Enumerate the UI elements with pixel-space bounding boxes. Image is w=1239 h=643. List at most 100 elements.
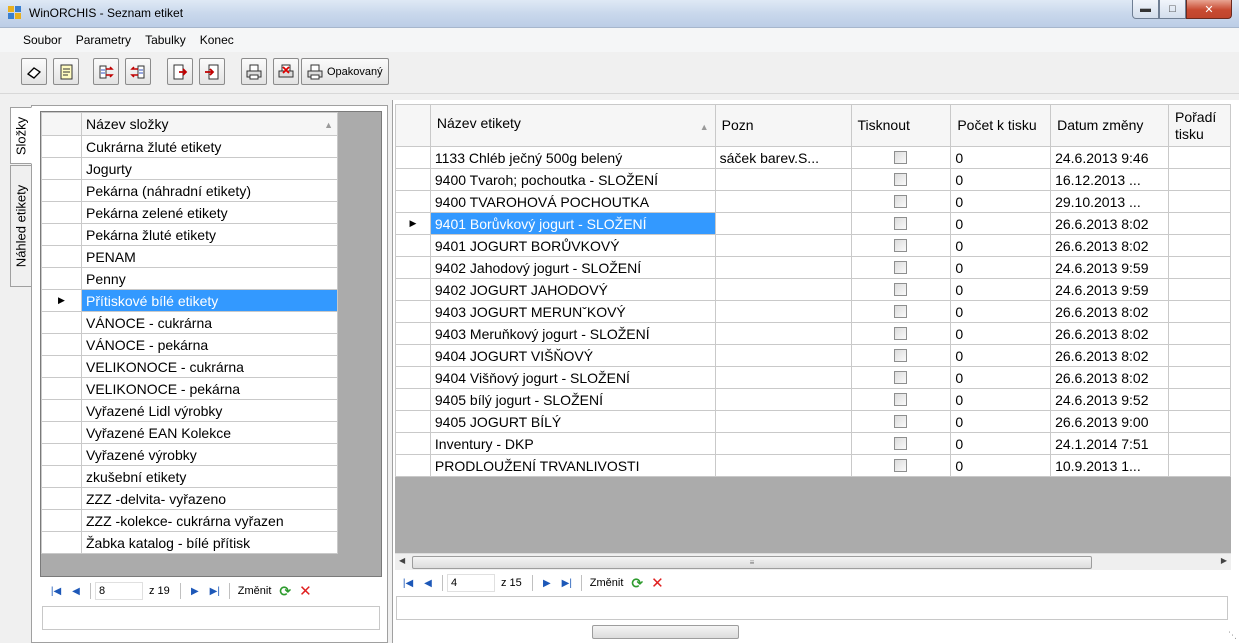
print-count-cell[interactable]: 0 xyxy=(950,322,1052,345)
delete-icon[interactable]: ✕ xyxy=(651,574,664,592)
label-name-cell[interactable]: Inventury - DKP xyxy=(429,432,716,455)
row-header[interactable] xyxy=(395,300,431,323)
label-row[interactable]: 9402 Jahodový jogurt - SLOŽENÍ 0 24.6.2013… xyxy=(395,256,1231,279)
label-name-cell[interactable]: 9400 Tvaroh; pochoutka - SLOŽENÍ xyxy=(429,168,716,191)
print-count-cell[interactable]: 0 xyxy=(950,366,1052,389)
date-changed-cell[interactable]: 24.6.2013 9:59 xyxy=(1050,256,1169,279)
note-cell[interactable] xyxy=(714,454,852,477)
folder-name-cell[interactable]: Vyřazené EAN Kolekce xyxy=(81,421,338,444)
date-changed-cell[interactable]: 16.12.2013 ... xyxy=(1050,168,1169,191)
row-header[interactable] xyxy=(41,399,82,422)
print-order-cell[interactable] xyxy=(1168,322,1231,345)
folder-row[interactable]: ZZZ -kolekce- cukrárna vyřazen xyxy=(41,509,338,532)
move-right-button[interactable] xyxy=(93,58,119,85)
row-header[interactable] xyxy=(395,432,431,455)
print-checkbox[interactable] xyxy=(894,393,908,406)
print-order-cell[interactable] xyxy=(1168,432,1231,455)
resize-grip-icon[interactable]: ⋱ xyxy=(1228,630,1237,641)
folder-row[interactable]: Pekárna žluté etikety xyxy=(41,223,338,246)
label-row[interactable]: 9403 JOGURT MERUNˇKOVÝ 0 26.6.2013 8:02 xyxy=(395,300,1231,323)
label-name-cell[interactable]: 9401 Borůvkový jogurt - SLOŽENÍ xyxy=(429,212,716,235)
note-cell[interactable] xyxy=(714,234,852,257)
label-row[interactable]: ▶ 9401 Borůvkový jogurt - SLOŽENÍ 0 26.6.20… xyxy=(395,212,1231,235)
folder-row[interactable]: Cukrárna žluté etikety xyxy=(41,135,338,158)
repeat-print-button[interactable]: Opakovaný xyxy=(301,58,389,85)
previous-record-icon[interactable]: ◀ xyxy=(418,578,438,589)
minimize-button[interactable]: ▬ xyxy=(1132,0,1159,19)
folder-name-cell[interactable]: Pekárna žluté etikety xyxy=(81,223,338,246)
label-name-cell[interactable]: 9404 JOGURT VIŠŇOVÝ xyxy=(429,344,716,367)
print-order-cell[interactable] xyxy=(1168,300,1231,323)
print-checkbox-cell[interactable] xyxy=(850,256,952,279)
print-order-cell[interactable] xyxy=(1168,454,1231,477)
folder-row[interactable]: ZZZ -delvita- vyřazeno xyxy=(41,487,338,510)
note-header[interactable]: Pozn xyxy=(714,104,852,147)
folder-name-cell[interactable]: VÁNOCE - pekárna xyxy=(81,333,338,356)
row-header[interactable] xyxy=(395,278,431,301)
folder-name-cell[interactable]: VELIKONOCE - pekárna xyxy=(81,377,338,400)
print-order-cell[interactable] xyxy=(1168,256,1231,279)
row-header[interactable] xyxy=(41,487,82,510)
scrollbar-thumb[interactable]: ≡ xyxy=(412,556,1092,569)
label-row[interactable]: 9404 Višňový jogurt - SLOŽENÍ 0 26.6.2013 … xyxy=(395,366,1231,389)
label-position-input[interactable] xyxy=(447,574,495,592)
row-header[interactable] xyxy=(395,234,431,257)
label-name-cell[interactable]: 9405 bílý jogurt - SLOŽENÍ xyxy=(429,388,716,411)
folder-name-header[interactable]: Název složky ▲ xyxy=(81,112,338,136)
folder-name-cell[interactable]: Žabka katalog - bílé přítisk xyxy=(81,531,338,554)
date-changed-cell[interactable]: 26.6.2013 8:02 xyxy=(1050,300,1169,323)
print-checkbox-cell[interactable] xyxy=(850,190,952,213)
print-order-cell[interactable] xyxy=(1168,366,1231,389)
print-count-cell[interactable]: 0 xyxy=(950,234,1052,257)
date-changed-cell[interactable]: 26.6.2013 8:02 xyxy=(1050,344,1169,367)
tab-label-preview[interactable]: Náhled etikety xyxy=(10,165,32,287)
folder-change-button[interactable]: Změnit xyxy=(238,585,272,597)
print-order-header[interactable]: Pořadí tisku xyxy=(1168,104,1231,147)
row-header[interactable] xyxy=(395,410,431,433)
row-header[interactable] xyxy=(395,190,431,213)
print-order-cell[interactable] xyxy=(1168,190,1231,213)
note-cell[interactable] xyxy=(714,410,852,433)
print-order-cell[interactable] xyxy=(1168,388,1231,411)
maximize-button[interactable]: □ xyxy=(1159,0,1186,19)
folder-row[interactable]: PENAM xyxy=(41,245,338,268)
print-button[interactable] xyxy=(241,58,267,85)
print-checkbox[interactable] xyxy=(894,459,908,472)
print-checkbox-cell[interactable] xyxy=(850,146,952,169)
print-count-cell[interactable]: 0 xyxy=(950,168,1052,191)
print-checkbox[interactable] xyxy=(894,217,908,230)
print-checkbox[interactable] xyxy=(894,283,908,296)
print-count-cell[interactable]: 0 xyxy=(950,256,1052,279)
row-header[interactable] xyxy=(41,443,82,466)
row-header[interactable] xyxy=(41,465,82,488)
note-cell[interactable] xyxy=(714,256,852,279)
print-count-cell[interactable]: 0 xyxy=(950,212,1052,235)
folder-name-cell[interactable]: ZZZ -kolekce- cukrárna vyřazen xyxy=(81,509,338,532)
label-row[interactable]: Inventury - DKP 0 24.1.2014 7:51 xyxy=(395,432,1231,455)
date-changed-cell[interactable]: 10.9.2013 1... xyxy=(1050,454,1169,477)
row-header[interactable] xyxy=(395,388,431,411)
label-name-cell[interactable]: 9404 Višňový jogurt - SLOŽENÍ xyxy=(429,366,716,389)
row-header[interactable] xyxy=(41,179,82,202)
note-cell[interactable] xyxy=(714,344,852,367)
label-row[interactable]: 9401 JOGURT BORŮVKOVÝ 0 26.6.2013 8:02 xyxy=(395,234,1231,257)
print-order-cell[interactable] xyxy=(1168,410,1231,433)
first-record-icon[interactable]: |◀ xyxy=(398,578,418,589)
row-header[interactable] xyxy=(395,344,431,367)
last-record-icon[interactable]: ▶| xyxy=(205,586,225,597)
note-cell[interactable] xyxy=(714,212,852,235)
date-changed-cell[interactable]: 26.6.2013 9:00 xyxy=(1050,410,1169,433)
row-header[interactable] xyxy=(41,135,82,158)
label-row[interactable]: 9400 TVAROHOVÁ POCHOUTKA 0 29.10.2013 ... xyxy=(395,190,1231,213)
folder-name-cell[interactable]: Vyřazené Lidl výrobky xyxy=(81,399,338,422)
label-name-header[interactable]: Název etikety ▲ xyxy=(429,104,716,147)
print-count-cell[interactable]: 0 xyxy=(950,146,1052,169)
print-checkbox[interactable] xyxy=(894,371,908,384)
note-cell[interactable] xyxy=(714,168,852,191)
folder-row[interactable]: zkušební etikety xyxy=(41,465,338,488)
print-checkbox-cell[interactable] xyxy=(850,366,952,389)
label-name-cell[interactable]: 9401 JOGURT BORŮVKOVÝ xyxy=(429,234,716,257)
print-checkbox-cell[interactable] xyxy=(850,300,952,323)
note-cell[interactable] xyxy=(714,322,852,345)
note-button[interactable] xyxy=(53,58,79,85)
